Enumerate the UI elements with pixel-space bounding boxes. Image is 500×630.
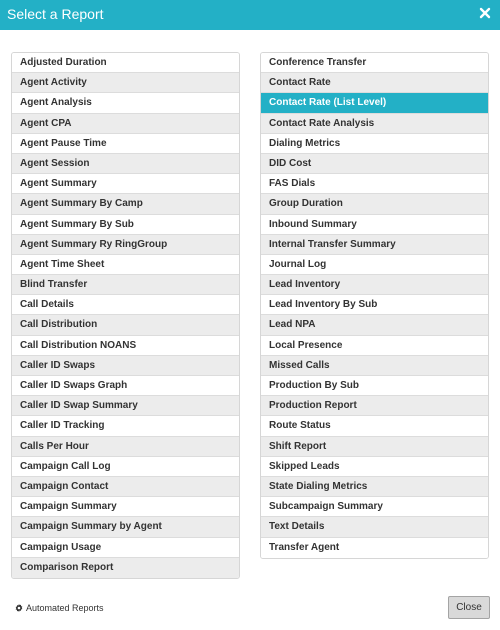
report-list-item[interactable]: Lead NPA bbox=[261, 315, 488, 336]
report-list-item[interactable]: Contact Rate bbox=[261, 73, 488, 94]
report-list-item[interactable]: Dialing Metrics bbox=[261, 133, 488, 154]
report-list-item[interactable]: Agent Time Sheet bbox=[12, 254, 239, 276]
report-list-item[interactable]: Lead Inventory bbox=[261, 275, 488, 296]
report-list-item[interactable]: Shift Report bbox=[261, 436, 488, 457]
report-list-item[interactable]: Agent Analysis bbox=[12, 93, 239, 114]
report-list-item[interactable]: Campaign Summary by Agent bbox=[12, 517, 239, 538]
report-list-item[interactable]: Skipped Leads bbox=[261, 456, 488, 477]
report-list-item[interactable]: Caller ID Swaps Graph bbox=[12, 376, 239, 397]
report-list-item[interactable]: Agent Summary By Camp bbox=[12, 194, 239, 215]
report-list-item[interactable]: Internal Transfer Summary bbox=[261, 234, 488, 255]
report-list-item[interactable]: FAS Dials bbox=[261, 174, 488, 195]
report-list-item[interactable]: Group Duration bbox=[261, 194, 488, 215]
report-list-item[interactable]: Journal Log bbox=[261, 254, 488, 276]
report-list-item[interactable]: Agent Summary bbox=[12, 174, 239, 195]
report-list-item[interactable]: Missed Calls bbox=[261, 355, 488, 376]
report-list-item[interactable]: Adjusted Duration bbox=[12, 53, 239, 74]
automated-reports-label: Automated Reports bbox=[26, 603, 104, 613]
automated-reports-link[interactable]: Automated Reports bbox=[15, 602, 104, 614]
report-list-item[interactable]: Subcampaign Summary bbox=[261, 497, 488, 518]
report-list-item[interactable]: DID Cost bbox=[261, 153, 488, 175]
report-list-item[interactable]: Campaign Contact bbox=[12, 476, 239, 498]
report-list-item[interactable]: Agent CPA bbox=[12, 113, 239, 134]
report-list-item[interactable]: Agent Summary By Sub bbox=[12, 214, 239, 235]
report-list-item[interactable]: Agent Pause Time bbox=[12, 133, 239, 154]
report-list-item[interactable]: Campaign Call Log bbox=[12, 456, 239, 477]
report-list-item[interactable]: Inbound Summary bbox=[261, 214, 488, 235]
report-list-item[interactable]: Conference Transfer bbox=[261, 53, 488, 74]
report-list-item[interactable]: Local Presence bbox=[261, 335, 488, 356]
report-list-item[interactable]: Caller ID Tracking bbox=[12, 416, 239, 437]
report-list-item[interactable]: Contact Rate Analysis bbox=[261, 113, 488, 134]
report-list-left: Adjusted Duration Agent Activity Agent Ana… bbox=[11, 52, 240, 579]
report-list-item[interactable]: Comparison Report bbox=[12, 557, 239, 578]
report-list-item[interactable]: Transfer Agent bbox=[261, 537, 488, 558]
close-button[interactable]: Close bbox=[448, 596, 490, 619]
gear-icon bbox=[15, 604, 23, 612]
report-list-item[interactable]: Blind Transfer bbox=[12, 275, 239, 296]
report-list-item[interactable]: Production Report bbox=[261, 396, 488, 417]
modal-title: Select a Report bbox=[7, 6, 104, 22]
report-list-item[interactable]: Lead Inventory By Sub bbox=[261, 295, 488, 316]
report-list-item[interactable]: Agent Activity bbox=[12, 73, 239, 94]
report-list-item[interactable]: Agent Summary Ry RingGroup bbox=[12, 234, 239, 255]
report-list-item[interactable]: Agent Session bbox=[12, 153, 239, 175]
close-icon[interactable] bbox=[479, 7, 491, 19]
report-list-item[interactable]: Calls Per Hour bbox=[12, 436, 239, 457]
report-list-item[interactable]: Caller ID Swap Summary bbox=[12, 396, 239, 417]
report-list-item[interactable]: Call Details bbox=[12, 295, 239, 316]
report-list-item[interactable]: Route Status bbox=[261, 416, 488, 437]
report-list-item[interactable]: Campaign Usage bbox=[12, 537, 239, 558]
report-list-right: Conference Transfer Contact Rate Contact R… bbox=[260, 52, 489, 559]
report-list-item[interactable]: Contact Rate (List Level) bbox=[261, 93, 488, 114]
report-list-item[interactable]: Campaign Summary bbox=[12, 497, 239, 518]
report-list-item[interactable]: Production By Sub bbox=[261, 376, 488, 397]
report-list-item[interactable]: Call Distribution NOANS bbox=[12, 335, 239, 356]
report-list-item[interactable]: Caller ID Swaps bbox=[12, 355, 239, 376]
report-list-item[interactable]: Text Details bbox=[261, 517, 488, 538]
modal-header: Select a Report bbox=[0, 0, 500, 30]
report-list-item[interactable]: State Dialing Metrics bbox=[261, 476, 488, 498]
report-list-item[interactable]: Call Distribution bbox=[12, 315, 239, 336]
